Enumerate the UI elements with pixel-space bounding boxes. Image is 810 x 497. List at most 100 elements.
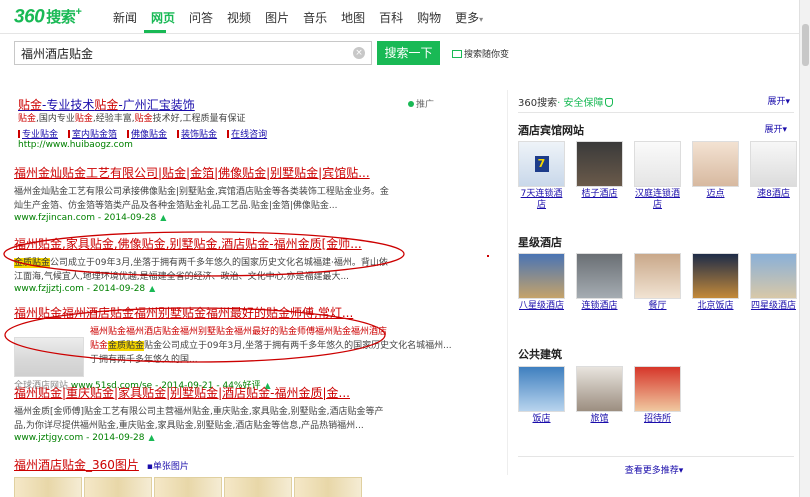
image-card[interactable]: 四星级酒店 [750,253,797,312]
image-card[interactable]: 饭店 [518,366,565,425]
scrollbar-thumb[interactable] [802,24,809,66]
card-caption: 汉庭连锁酒店 [634,189,680,210]
panel-safe: · 安全保障 [557,98,604,109]
up-arrow-icon: ▲ [148,433,155,442]
result-url-text: www.fzjincan.com [14,213,95,223]
image-card[interactable]: 北京饭店 [692,253,739,312]
site-card[interactable]: 7 7天连锁酒店 [518,141,565,211]
tab-music[interactable]: 音乐 [303,9,327,26]
expand-label: 展开 [767,97,786,107]
tab-more-label: 更多 [455,11,480,25]
image-thumb[interactable] [84,477,152,497]
result-desc: 福州金灿贴金工艺有限公司承接佛像贴金|别墅贴金,宾馆酒店贴金等各类装饰工程贴金业… [14,187,389,197]
image-thumb[interactable] [14,477,82,497]
scrollbar[interactable] [799,0,810,497]
bullet-icon [18,130,20,138]
result-thumbnail[interactable] [14,337,84,377]
bullet-icon [127,130,130,138]
site-card[interactable]: 桔子酒店 [576,141,623,211]
result-date: 2014-09-28 [103,213,157,223]
image-thumb[interactable] [154,477,222,497]
image-thumb[interactable] [294,477,362,497]
result-title[interactable]: 福州贴金福州酒店贴金福州别墅贴金福州最好的贴金师傅,常灯... [14,306,353,320]
search-input[interactable] [15,42,345,64]
result-url[interactable]: www.jztjgy.com - 2014-09-28 ▲ [14,433,494,443]
ad-title[interactable]: 贴金-专业技术贴金-广州汇宝装饰 [18,96,195,113]
card-caption: 北京饭店 [697,301,734,311]
card-caption: 八星级酒店 [518,301,564,311]
tab-qa[interactable]: 问答 [189,9,213,26]
bullet-icon [177,130,180,138]
result-date: 2014-09-28 [92,433,145,443]
card-grid: 7 7天连锁酒店 桔子酒店 汉庭连锁酒店 迈点 速8酒店 [518,141,808,211]
ad-desc-part: ,国内专业 [36,114,75,124]
image-card[interactable]: 八星级酒店 [518,253,565,312]
result-item: 福州贴金福州酒店贴金福州别墅贴金福州最好的贴金师傅,常灯... 福州贴金福州酒店… [14,304,494,391]
card-image [692,253,739,299]
image-card[interactable]: 旅馆 [576,366,623,425]
result-title[interactable]: 福州金灿贴金工艺有限公司|贴金|金箔|佛像贴金|别墅贴金|宾馆贴... [14,166,370,180]
result-url-text: www.fzjjztj.com [14,284,84,294]
result-url[interactable]: www.fzjincan.com - 2014-09-28 ▲ [14,213,494,223]
site-card[interactable]: 汉庭连锁酒店 [634,141,681,211]
result-title[interactable]: 福州贴金|重庆贴金|家具贴金|别墅贴金|酒店贴金-福州金质|金... [14,386,350,400]
search-button[interactable]: 搜索一下 [377,41,440,65]
image-card[interactable]: 连锁酒店 [576,253,623,312]
chevron-down-icon: ▾ [678,466,684,476]
divider [518,112,794,113]
result-tag[interactable]: ▪单张图片 [147,462,189,472]
tab-video[interactable]: 视频 [227,9,251,26]
result-url[interactable]: www.fzjjztj.com - 2014-09-28 ▲ [14,284,494,294]
bullet-icon [227,130,230,138]
sitelink[interactable]: 装饰贴金 [177,127,217,140]
sitelink[interactable]: 在线咨询 [227,127,267,140]
logo-number: 360 [14,6,45,28]
tab-shopping[interactable]: 购物 [417,9,441,26]
ad-desc-part: 技术好,工程质量有保证 [152,114,246,124]
sitelink[interactable]: 专业贴金 [18,127,58,140]
result-desc: 福州贴金福州酒店贴金福州别墅贴金福州最好的贴金师傅福州贴金福州酒店 [90,327,388,337]
result-desc-text: 贴金 [90,341,109,351]
tab-map[interactable]: 地图 [341,9,365,26]
clear-icon[interactable]: × [353,47,365,59]
site-card[interactable]: 迈点 [692,141,739,211]
top-bar: 360 搜索+ 新闻 网页 问答 视频 图片 音乐 地图 百科 购物 更多▾ [0,0,810,34]
image-card[interactable]: 餐厅 [634,253,681,312]
tab-news[interactable]: 新闻 [113,9,137,26]
ad-tag[interactable]: 推广 [408,97,434,110]
site-logo[interactable]: 360 搜索+ [14,6,82,28]
result-item: 福州贴金|重庆贴金|家具贴金|别墅贴金|酒店贴金-福州金质|金... 福州金质[… [14,384,494,443]
expand-button[interactable]: 展开▾ [767,94,790,107]
sitelink[interactable]: 佛像贴金 [127,127,167,140]
result-item: 福州贴金,家具贴金,佛像贴金,别墅贴金,酒店贴金-福州金质[金师... 金质贴金… [14,235,494,294]
result-thumb-col [14,325,86,377]
tab-baike[interactable]: 百科 [379,9,403,26]
card-image: 7 [518,141,565,187]
bullet-icon [68,130,71,138]
result-item: 福州酒店贴金_360图片 ▪单张图片 [14,456,494,497]
tab-web[interactable]: 网页 [151,9,175,26]
result-desc: 品,为你详尽提供福州贴金,重庆贴金,家具贴金,别墅贴金,酒店贴金等信息,产品热销… [14,421,364,431]
sitelink[interactable]: 室内贴金箔 [68,127,117,140]
card-caption: 桔子酒店 [581,189,618,199]
up-arrow-icon: ▲ [149,284,156,293]
card-image [576,253,623,299]
image-card[interactable]: 招待所 [634,366,681,425]
ad-title-part: -专业技术 [42,98,95,112]
result-title[interactable]: 福州贴金,家具贴金,佛像贴金,别墅贴金,酒店贴金-福州金质[金师... [14,237,362,251]
card-caption: 连锁酒店 [581,301,618,311]
follow-link[interactable]: 搜索随你变 [452,47,509,60]
tab-more[interactable]: 更多▾ [455,9,483,26]
result-title[interactable]: 福州酒店贴金_360图片 [14,458,139,472]
card-caption: 7天连锁酒店 [520,189,563,210]
result-desc: 金质贴金公司成立于09年3月,坐落于拥有两千多年悠久的国家历史文化名城福建·福州… [14,256,494,270]
ad-url[interactable]: http://www.huibaogz.com [18,140,133,150]
tab-images[interactable]: 图片 [265,9,289,26]
more-recommendations-link[interactable]: 查看更多推荐▾ [508,463,800,476]
sitelink-label: 室内贴金箔 [72,130,118,140]
ad-title-part: 贴金 [18,98,43,112]
image-thumb[interactable] [224,477,292,497]
site-card[interactable]: 速8酒店 [750,141,797,211]
result-item: 福州金灿贴金工艺有限公司|贴金|金箔|佛像贴金|别墅贴金|宾馆贴... 福州金灿… [14,164,494,223]
expand-button[interactable]: 展开▾ [764,122,787,135]
